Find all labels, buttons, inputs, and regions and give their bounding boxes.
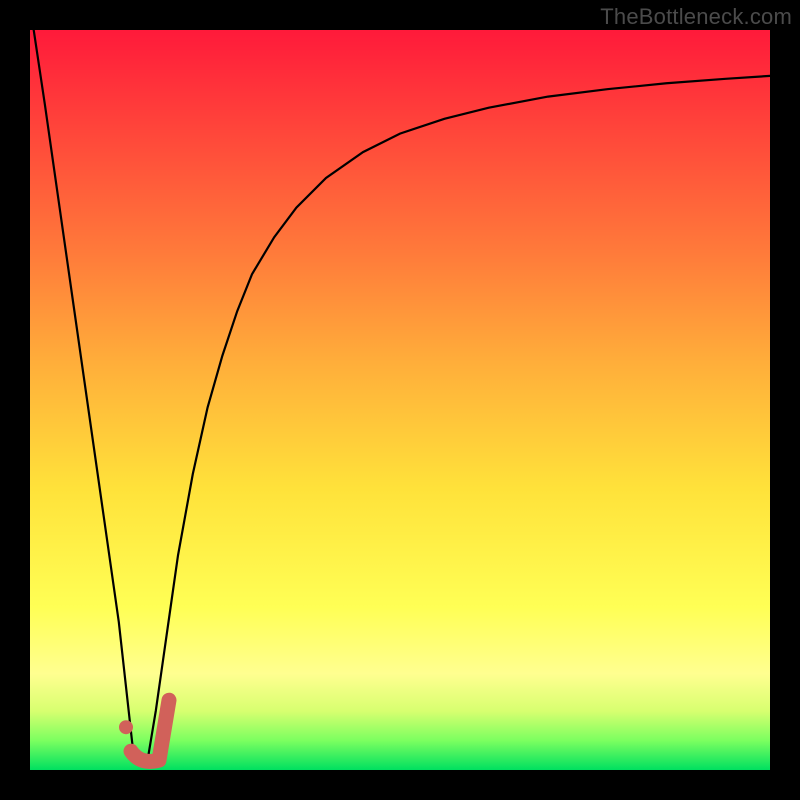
curve-right-branch [148, 76, 770, 755]
curve-left-branch [34, 30, 134, 755]
chart-svg [30, 30, 770, 770]
watermark-text: TheBottleneck.com [600, 4, 792, 30]
selected-point-marker [119, 700, 169, 761]
chart-frame: TheBottleneck.com [0, 0, 800, 800]
marker-dot-icon [119, 720, 133, 734]
marker-check-icon [131, 700, 169, 761]
